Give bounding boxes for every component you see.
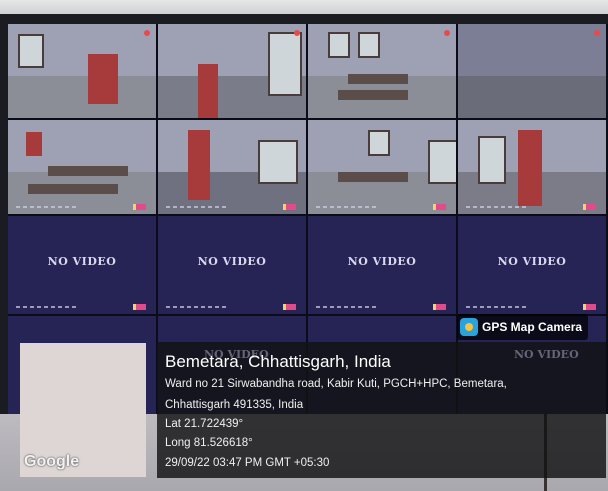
channel-label (166, 206, 226, 208)
channel-label (316, 206, 376, 208)
no-video-label: NO VIDEO (47, 255, 117, 269)
feed-window (328, 32, 350, 58)
channel-status-icon (283, 204, 296, 210)
feed-window (428, 140, 456, 184)
feed-window (258, 140, 298, 184)
camera-feed-10[interactable]: NO VIDEO (158, 216, 308, 316)
camera-feed-9[interactable]: NO VIDEO (8, 216, 158, 316)
camera-feed-7[interactable] (308, 120, 458, 216)
app-name: GPS Map Camera (482, 320, 583, 334)
recording-indicator (594, 30, 600, 36)
overlay-no-video-right: NO VIDEO (514, 348, 579, 361)
gps-map-camera-badge: GPS Map Camera (457, 314, 589, 340)
channel-status-icon (283, 304, 296, 310)
channel-label (16, 306, 76, 308)
recording-indicator (294, 30, 300, 36)
channel-status-icon (433, 304, 446, 310)
no-video-label: NO VIDEO (497, 255, 567, 269)
feed-desk (348, 74, 408, 84)
feed-floor (8, 75, 156, 118)
no-video-label: NO VIDEO (347, 255, 417, 269)
camera-feed-5[interactable] (8, 120, 158, 216)
feed-window (268, 32, 302, 96)
longitude: Long 81.526618° (165, 437, 253, 449)
feed-desk (338, 90, 408, 100)
location-title: Bemetara, Chhattisgarh, India (165, 352, 391, 371)
camera-feed-8[interactable] (458, 120, 608, 216)
channel-label (466, 306, 526, 308)
feed-desk (338, 172, 408, 182)
channel-status-icon (133, 204, 146, 210)
channel-status-icon (133, 304, 146, 310)
channel-label (166, 306, 226, 308)
camera-feed-2[interactable] (158, 24, 308, 120)
feed-window (368, 130, 390, 156)
camera-feed-12[interactable]: NO VIDEO (458, 216, 608, 316)
channel-label (16, 206, 76, 208)
camera-feed-4[interactable] (458, 24, 608, 120)
camera-feed-1[interactable] (8, 24, 158, 120)
feed-window (358, 32, 380, 58)
map-thumbnail: Google (20, 343, 146, 477)
feed-wall (458, 24, 606, 76)
feed-desk (28, 184, 118, 194)
channel-status-icon (433, 204, 446, 210)
timestamp: 29/09/22 03:47 PM GMT +05:30 (165, 457, 330, 469)
feed-wall-detail (88, 54, 118, 104)
recording-indicator (444, 30, 450, 36)
address-line-2: Chhattisgarh 491335, India (165, 399, 304, 411)
camera-feed-6[interactable] (158, 120, 308, 216)
feed-corridor-wall (198, 64, 218, 118)
camera-feed-3[interactable] (308, 24, 458, 120)
channel-status-icon (583, 204, 596, 210)
feed-corridor-wall (188, 130, 210, 200)
gps-camera-app-icon (460, 318, 478, 336)
channel-label (316, 306, 376, 308)
feed-wall-detail (26, 132, 42, 156)
no-video-label: NO VIDEO (197, 255, 267, 269)
latitude: Lat 21.722439° (165, 418, 244, 430)
channel-label (466, 206, 526, 208)
channel-status-icon (583, 304, 596, 310)
feed-desk (48, 166, 128, 176)
feed-window (18, 34, 44, 68)
address-line-1: Ward no 21 Sirwabandha road, Kabir Kuti,… (165, 378, 507, 390)
camera-feed-11[interactable]: NO VIDEO (308, 216, 458, 316)
feed-window (478, 136, 506, 184)
feed-corridor-wall (518, 130, 542, 206)
feed-floor (458, 75, 606, 118)
recording-indicator (144, 30, 150, 36)
google-logo: Google (24, 453, 80, 470)
wall-background (0, 0, 608, 14)
